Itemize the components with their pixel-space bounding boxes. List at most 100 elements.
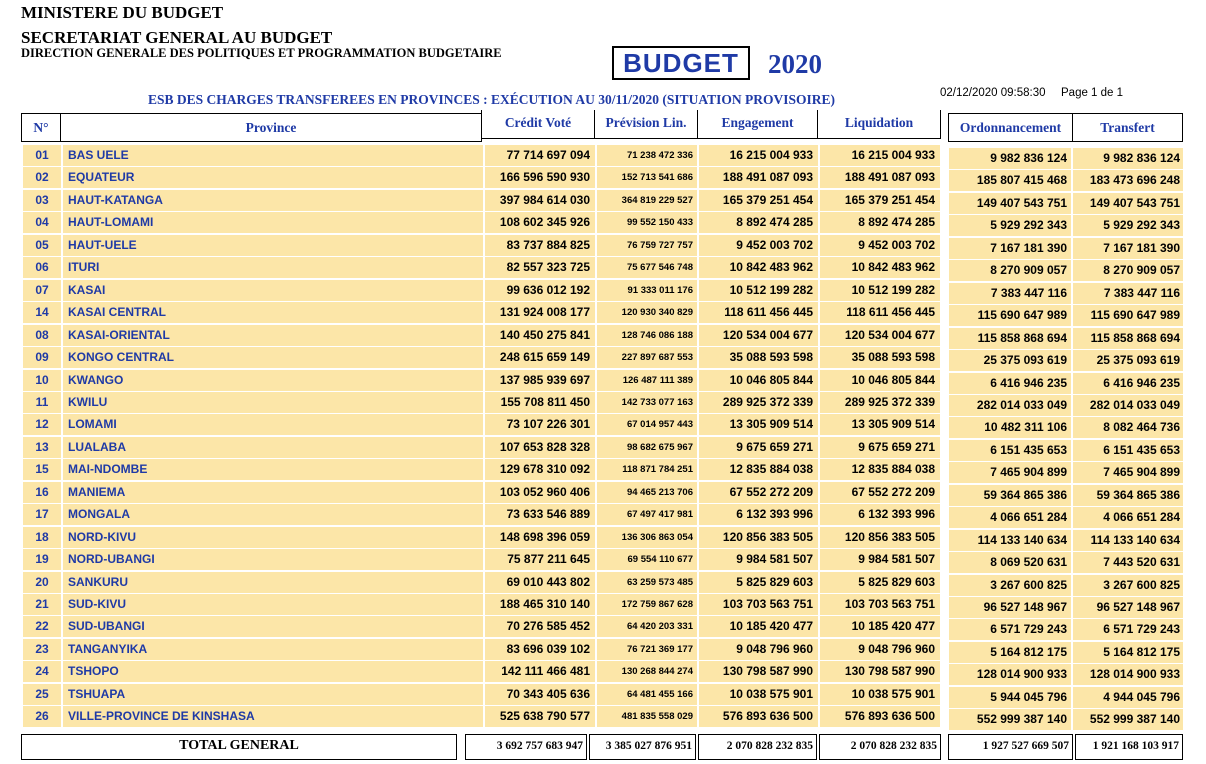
ordonnancement-value: 10 482 311 106 bbox=[949, 417, 1071, 439]
credit-vote: 70 343 405 636 bbox=[485, 683, 595, 705]
ordonnancement-value: 3 267 600 825 bbox=[949, 574, 1071, 596]
credit-vote: 188 465 310 140 bbox=[485, 594, 595, 615]
row-number: 26 bbox=[23, 706, 61, 728]
budget-year: 2020 bbox=[768, 49, 822, 79]
row-number: 10 bbox=[23, 369, 61, 391]
engagement-value: 188 491 087 093 bbox=[699, 167, 818, 189]
liquidation-value: 120 856 383 505 bbox=[820, 526, 940, 548]
province-name: KWANGO bbox=[63, 369, 483, 391]
table-row: 25 TSHUAPA 70 343 405 636 64 481 455 166 10 … bbox=[21, 683, 1183, 708]
credit-vote: 155 708 811 450 bbox=[485, 391, 595, 413]
column-header-prevision: Prévision Lin. bbox=[594, 110, 698, 139]
table-row: 15 MAI-NDOMBE 129 678 310 092 118 871 784 2… bbox=[21, 459, 1183, 484]
ordonnancement-value: 6 416 946 235 bbox=[949, 372, 1071, 394]
column-header-num: N° bbox=[21, 113, 61, 142]
prevision-lin: 99 552 150 433 bbox=[597, 212, 697, 234]
liquidation-value: 10 046 805 844 bbox=[820, 369, 940, 391]
credit-vote: 129 678 310 092 bbox=[485, 459, 595, 481]
prevision-lin: 130 268 844 274 bbox=[597, 661, 697, 683]
province-name: KWILU bbox=[63, 391, 483, 413]
ordonnancement-value: 25 375 093 619 bbox=[949, 350, 1071, 372]
liquidation-value: 6 132 393 996 bbox=[820, 504, 940, 526]
engagement-value: 289 925 372 339 bbox=[699, 391, 818, 413]
table-row: 08 KASAI-ORIENTAL 140 450 275 841 128 746 0… bbox=[21, 324, 1183, 349]
transfert-value: 7 443 520 631 bbox=[1073, 552, 1183, 574]
row-number: 19 bbox=[23, 549, 61, 571]
ordonnancement-value: 9 982 836 124 bbox=[949, 148, 1071, 169]
credit-vote: 83 737 884 825 bbox=[485, 234, 595, 256]
prevision-lin: 63 259 573 485 bbox=[597, 571, 697, 593]
engagement-value: 10 185 420 477 bbox=[699, 616, 818, 638]
transfert-value: 115 690 647 989 bbox=[1073, 305, 1183, 327]
ordonnancement-value: 6 571 729 243 bbox=[949, 619, 1071, 641]
engagement-value: 10 046 805 844 bbox=[699, 369, 818, 391]
engagement-value: 9 675 659 271 bbox=[699, 436, 818, 458]
liquidation-value: 9 452 003 702 bbox=[820, 234, 940, 256]
table-row: 04 HAUT-LOMAMI 108 602 345 926 99 552 150 4… bbox=[21, 212, 1183, 237]
table-row: 21 SUD-KIVU 188 465 310 140 172 759 867 628… bbox=[21, 594, 1183, 618]
transfert-value: 4 944 045 796 bbox=[1073, 686, 1183, 708]
transfert-value: 6 571 729 243 bbox=[1073, 619, 1183, 641]
province-name: NORD-UBANGI bbox=[63, 549, 483, 571]
table-row: 10 KWANGO 137 985 939 697 126 487 111 389 10… bbox=[21, 369, 1183, 394]
ordonnancement-value: 7 167 181 390 bbox=[949, 237, 1071, 259]
ministry-title: MINISTERE DU BUDGET bbox=[21, 3, 224, 22]
credit-vote: 137 985 939 697 bbox=[485, 369, 595, 391]
province-name: LOMAMI bbox=[63, 414, 483, 436]
liquidation-value: 8 892 474 285 bbox=[820, 212, 940, 234]
row-number: 14 bbox=[23, 302, 61, 324]
prevision-lin: 76 721 369 177 bbox=[597, 638, 697, 660]
ordonnancement-value: 7 465 904 899 bbox=[949, 462, 1071, 484]
row-number: 06 bbox=[23, 257, 61, 279]
data-table: 01 BAS UELE 77 714 697 094 71 238 472 336 16… bbox=[21, 145, 1183, 731]
total-liquidation: 2 070 828 232 835 bbox=[819, 734, 941, 760]
row-number: 23 bbox=[23, 638, 61, 660]
liquidation-value: 9 048 796 960 bbox=[820, 638, 940, 660]
ordonnancement-value: 282 014 033 049 bbox=[949, 394, 1071, 416]
row-number: 15 bbox=[23, 459, 61, 481]
liquidation-value: 10 512 199 282 bbox=[820, 279, 940, 301]
engagement-value: 9 452 003 702 bbox=[699, 234, 818, 256]
liquidation-value: 9 675 659 271 bbox=[820, 436, 940, 458]
transfert-value: 4 066 651 284 bbox=[1073, 507, 1183, 529]
province-name: KASAI bbox=[63, 279, 483, 301]
province-name: HAUT-LOMAMI bbox=[63, 212, 483, 234]
transfert-value: 6 151 435 653 bbox=[1073, 439, 1183, 461]
prevision-lin: 67 497 417 981 bbox=[597, 504, 697, 526]
page-info: Page 1 de 1 bbox=[1061, 87, 1124, 99]
ordonnancement-value: 185 807 415 468 bbox=[949, 170, 1071, 192]
engagement-value: 16 215 004 933 bbox=[699, 145, 818, 166]
province-name: KASAI-ORIENTAL bbox=[63, 324, 483, 346]
transfert-value: 183 473 696 248 bbox=[1073, 170, 1183, 192]
ordonnancement-value: 115 690 647 989 bbox=[949, 305, 1071, 327]
column-header-engagement: Engagement bbox=[697, 110, 818, 139]
province-name: MAI-NDOMBE bbox=[63, 459, 483, 481]
row-number: 05 bbox=[23, 234, 61, 256]
credit-vote: 248 615 659 149 bbox=[485, 347, 595, 369]
liquidation-value: 5 825 829 603 bbox=[820, 571, 940, 593]
transfert-value: 7 383 447 116 bbox=[1073, 282, 1183, 304]
row-number: 16 bbox=[23, 481, 61, 503]
table-row: 13 LUALABA 107 653 828 328 98 682 675 967 9 … bbox=[21, 436, 1183, 461]
province-name: SUD-KIVU bbox=[63, 594, 483, 615]
transfert-value: 25 375 093 619 bbox=[1073, 350, 1183, 372]
credit-vote: 82 557 323 725 bbox=[485, 257, 595, 279]
province-name: TSHOPO bbox=[63, 661, 483, 683]
prevision-lin: 91 333 011 176 bbox=[597, 279, 697, 301]
liquidation-value: 103 703 563 751 bbox=[820, 594, 940, 615]
transfert-value: 282 014 033 049 bbox=[1073, 394, 1183, 416]
ordonnancement-value: 96 527 148 967 bbox=[949, 597, 1071, 618]
liquidation-value: 67 552 272 209 bbox=[820, 481, 940, 503]
transfert-value: 115 858 868 694 bbox=[1073, 327, 1183, 349]
total-label: TOTAL GENERAL bbox=[21, 734, 457, 760]
ordonnancement-value: 5 929 292 343 bbox=[949, 215, 1071, 237]
table-row: 06 ITURI 82 557 323 725 75 677 546 748 10 84… bbox=[21, 257, 1183, 282]
ordonnancement-value: 6 151 435 653 bbox=[949, 439, 1071, 461]
prevision-lin: 69 554 110 677 bbox=[597, 549, 697, 571]
prevision-lin: 152 713 541 686 bbox=[597, 167, 697, 189]
column-header-province: Province bbox=[60, 113, 482, 142]
liquidation-value: 165 379 251 454 bbox=[820, 189, 940, 211]
credit-vote: 75 877 211 645 bbox=[485, 549, 595, 571]
row-number: 22 bbox=[23, 616, 61, 638]
table-row: 14 KASAI CENTRAL 131 924 008 177 120 930 34… bbox=[21, 302, 1183, 327]
